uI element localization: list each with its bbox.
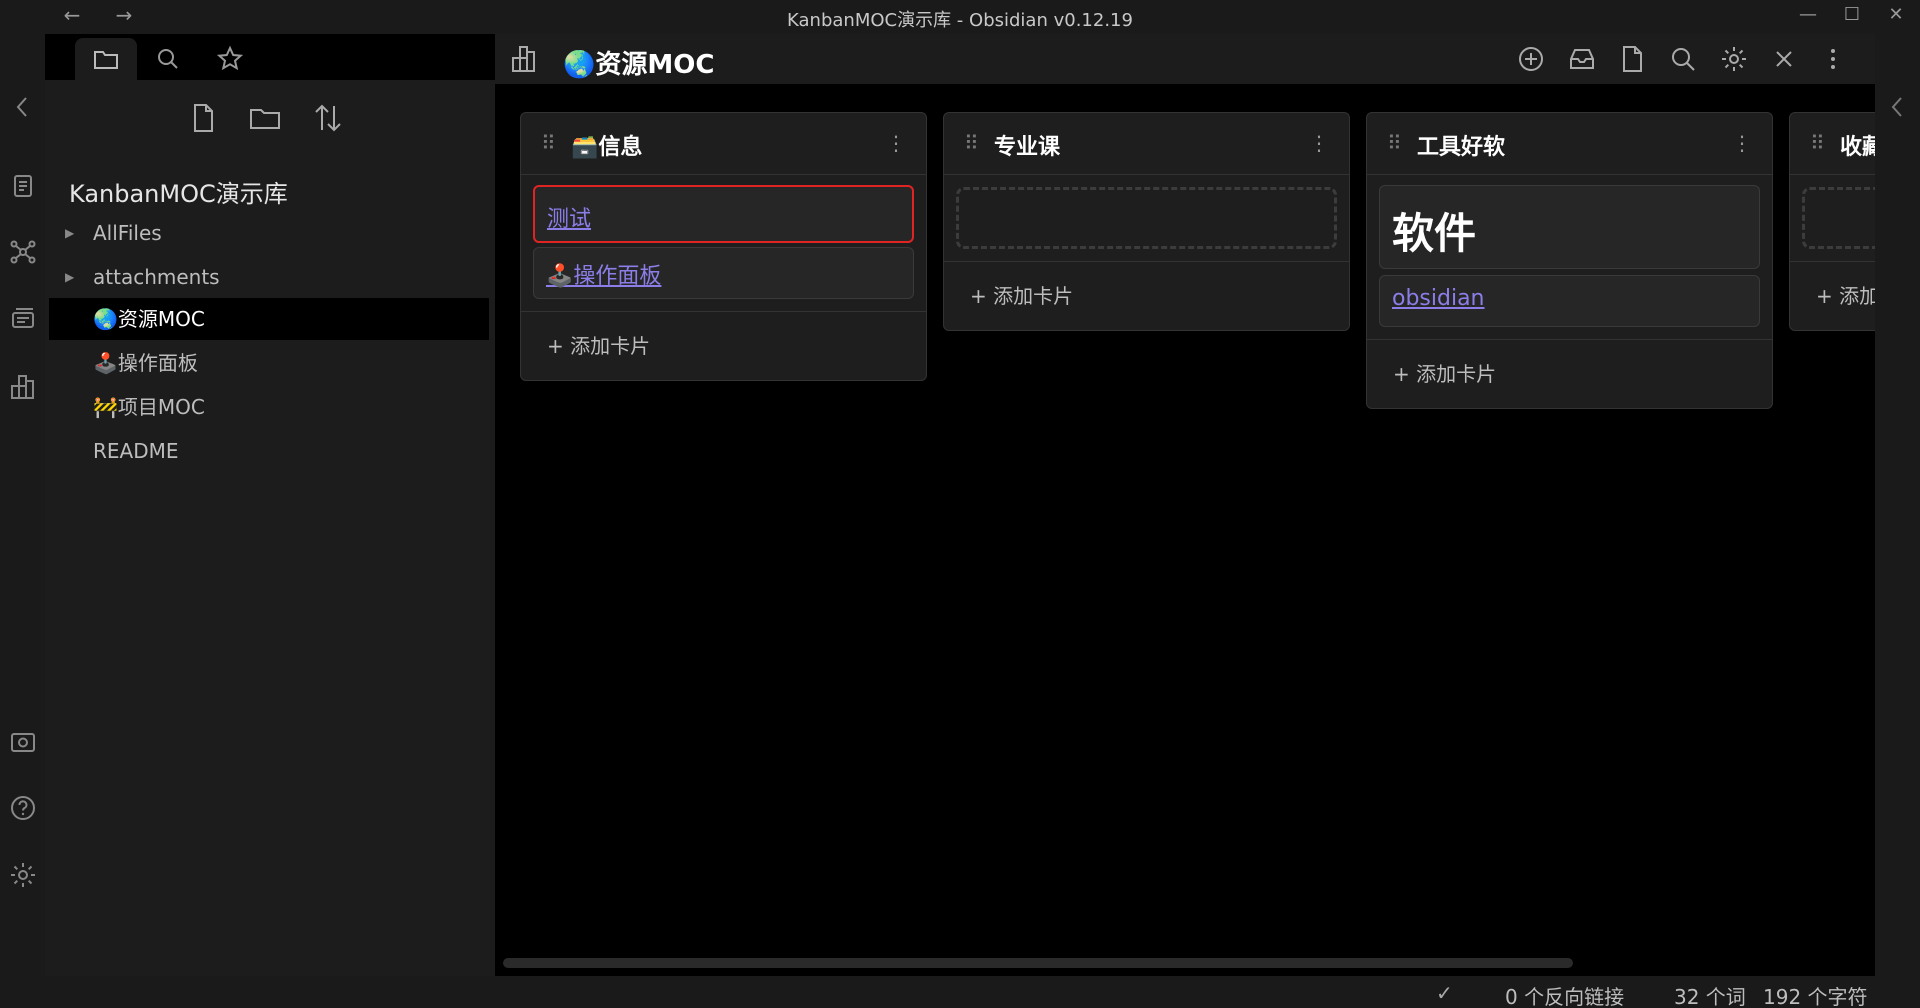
- right-ribbon: [1875, 34, 1920, 976]
- add-card-button[interactable]: + 添加卡片: [1367, 340, 1772, 408]
- kanban-board: ⠿ 🗃️信息 ⋮ 测试 🕹️操作面板 + 添加卡片 ⠿ 专业课 ⋮ + 添加卡片…: [495, 84, 1875, 976]
- new-folder-icon: [250, 109, 280, 129]
- empty-drop-zone: [956, 187, 1337, 249]
- card-link[interactable]: 🕹️操作面板: [546, 258, 661, 290]
- tab-search[interactable]: [137, 38, 199, 80]
- lane-tools: ⠿ 工具好软 ⋮ 软件 obsidian + 添加卡片: [1366, 112, 1773, 409]
- new-note-button[interactable]: [185, 100, 221, 136]
- new-folder-button[interactable]: [247, 100, 283, 136]
- folder-icon: [94, 51, 118, 69]
- tree-item-label: 🚧项目MOC: [93, 395, 205, 419]
- sidebar-actions: [45, 100, 495, 140]
- lane-title[interactable]: 工具好软: [1417, 129, 1505, 161]
- sidebar-tabs: [45, 34, 495, 80]
- collapse-left-icon[interactable]: [8, 92, 38, 122]
- pane-header: 🌏资源MOC: [495, 34, 1875, 84]
- left-ribbon: [0, 34, 45, 976]
- status-bar: ✓ 0 个反向链接 32 个词 192 个字符: [0, 976, 1920, 1008]
- file-resource-moc[interactable]: 🌏资源MOC: [49, 298, 489, 340]
- kanban-card[interactable]: 测试: [533, 185, 914, 243]
- tree-item-label: attachments: [93, 265, 220, 289]
- folder-attachments[interactable]: ▶ attachments: [45, 256, 490, 298]
- file-project-moc[interactable]: 🚧项目MOC: [45, 386, 490, 428]
- page-title: 🌏资源MOC: [563, 50, 715, 80]
- card-link[interactable]: 测试: [547, 201, 591, 233]
- horizontal-scrollbar[interactable]: [503, 958, 1573, 968]
- tab-file-explorer[interactable]: [75, 38, 137, 80]
- sort-button[interactable]: [310, 100, 346, 136]
- lane-menu-icon[interactable]: ⋮: [886, 131, 906, 155]
- kanban-card[interactable]: obsidian: [1379, 275, 1760, 327]
- window-titlebar: ← → KanbanMOC演示库 - Obsidian v0.12.19 — ☐…: [0, 0, 1920, 34]
- minimize-button[interactable]: —: [1788, 4, 1828, 30]
- help-icon[interactable]: [8, 793, 38, 823]
- slides-icon[interactable]: [8, 304, 38, 334]
- file-icon[interactable]: [1616, 43, 1648, 75]
- lane-header: ⠿ 🗃️信息 ⋮: [521, 113, 926, 175]
- add-icon[interactable]: [1515, 43, 1547, 75]
- file-control-panel[interactable]: 🕹️操作面板: [45, 342, 490, 384]
- open-quick-switcher-icon[interactable]: [8, 171, 38, 201]
- drag-handle-icon[interactable]: ⠿: [1810, 131, 1825, 155]
- lane-title[interactable]: 🗃️信息: [571, 129, 642, 161]
- card-heading: 软件: [1392, 209, 1477, 258]
- sort-icon: [315, 104, 341, 132]
- file-explorer-sidebar: KanbanMOC演示库 ▶ AllFiles ▶ attachments 🌏资…: [45, 34, 495, 976]
- maximize-button[interactable]: ☐: [1832, 4, 1872, 30]
- vault-name[interactable]: KanbanMOC演示库: [69, 174, 288, 209]
- search-icon: [158, 49, 178, 69]
- empty-drop-zone: [1802, 187, 1875, 249]
- tree-item-label: AllFiles: [93, 221, 162, 245]
- kanban-card[interactable]: 软件: [1379, 185, 1760, 269]
- kanban-card[interactable]: 🕹️操作面板: [533, 247, 914, 299]
- expand-arrow-icon[interactable]: ▶: [65, 212, 74, 254]
- lane-favorites: ⠿ 收藏 + 添加: [1789, 112, 1875, 331]
- file-readme[interactable]: README: [45, 430, 490, 472]
- lane-menu-icon[interactable]: ⋮: [1732, 131, 1752, 155]
- lane-header: ⠿ 专业课 ⋮: [944, 113, 1349, 175]
- word-count: 32 个词: [1674, 985, 1746, 1008]
- lane-courses: ⠿ 专业课 ⋮ + 添加卡片: [943, 112, 1350, 331]
- archive-icon[interactable]: [1566, 43, 1598, 75]
- lane-info: ⠿ 🗃️信息 ⋮ 测试 🕹️操作面板 + 添加卡片: [520, 112, 927, 381]
- tree-item-label: 🌏资源MOC: [93, 307, 205, 331]
- card-link[interactable]: obsidian: [1392, 286, 1485, 311]
- lane-header: ⠿ 工具好软 ⋮: [1367, 113, 1772, 175]
- drag-handle-icon[interactable]: ⠿: [1387, 131, 1402, 155]
- close-window-button[interactable]: ✕: [1876, 4, 1916, 30]
- add-card-button[interactable]: + 添加: [1790, 262, 1875, 330]
- add-card-button[interactable]: + 添加卡片: [944, 262, 1349, 330]
- lane-menu-icon[interactable]: ⋮: [1309, 131, 1329, 155]
- window-title: KanbanMOC演示库 - Obsidian v0.12.19: [787, 10, 1133, 31]
- camera-icon[interactable]: [8, 727, 38, 757]
- sync-check-icon: ✓: [1436, 981, 1453, 1005]
- gear-icon[interactable]: [1718, 43, 1750, 75]
- drag-handle-icon[interactable]: ⠿: [541, 131, 556, 155]
- tree-item-label: 🕹️操作面板: [93, 351, 198, 375]
- more-options-icon[interactable]: [1817, 43, 1849, 75]
- lane-header: ⠿ 收藏: [1790, 113, 1875, 175]
- add-card-button[interactable]: + 添加卡片: [521, 312, 926, 380]
- expand-arrow-icon[interactable]: ▶: [65, 256, 74, 298]
- graph-view-icon[interactable]: [8, 237, 38, 267]
- settings-icon[interactable]: [8, 860, 38, 890]
- star-icon: [216, 45, 244, 71]
- collapse-right-icon[interactable]: [1883, 92, 1913, 122]
- tab-starred[interactable]: [199, 38, 261, 80]
- close-icon[interactable]: [1768, 43, 1800, 75]
- search-icon[interactable]: [1667, 43, 1699, 75]
- drag-handle-icon[interactable]: ⠿: [964, 131, 979, 155]
- kanban-icon[interactable]: [8, 372, 38, 402]
- folder-allfiles[interactable]: ▶ AllFiles: [45, 212, 490, 254]
- lane-title[interactable]: 专业课: [994, 129, 1060, 161]
- backlinks-count[interactable]: 0 个反向链接: [1505, 981, 1624, 1008]
- lane-title[interactable]: 收藏: [1840, 129, 1875, 161]
- new-file-icon: [194, 104, 213, 132]
- char-count: 192 个字符: [1763, 985, 1868, 1008]
- kanban-view-icon[interactable]: [509, 43, 541, 75]
- tree-item-label: README: [93, 439, 179, 463]
